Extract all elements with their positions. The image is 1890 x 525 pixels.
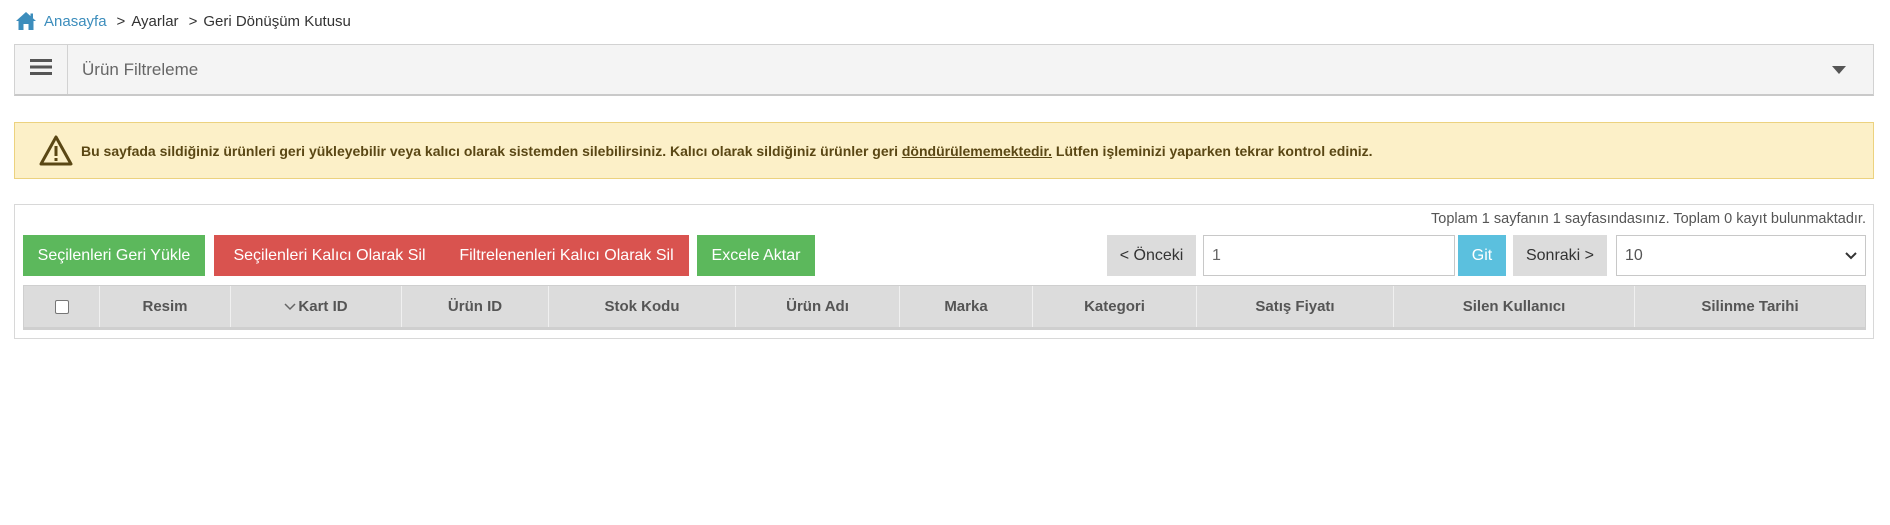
caret-down-icon[interactable] <box>1819 65 1859 74</box>
sort-icon <box>284 302 296 311</box>
page-size-value: 10 <box>1625 246 1643 264</box>
column-header-card-id[interactable]: Kart ID <box>231 286 402 327</box>
previous-page-button[interactable]: < Önceki <box>1107 235 1196 276</box>
breadcrumb-separator: > <box>116 12 126 30</box>
filter-title[interactable]: Ürün Filtreleme <box>68 60 1819 80</box>
breadcrumb: Anasayfa > Ayarlar > Geri Dönüşüm Kutusu <box>15 10 351 32</box>
warning-alert: Bu sayfada sildiğiniz ürünleri geri yükl… <box>14 122 1874 179</box>
page-size-select[interactable]: 10 <box>1616 235 1866 276</box>
column-header-stock-code[interactable]: Stok Kodu <box>549 286 736 327</box>
go-button[interactable]: Git <box>1458 235 1506 276</box>
table-header: Resim Kart ID Ürün ID Stok Kodu Ürün Adı… <box>23 285 1866 330</box>
page-number-input[interactable]: 1 <box>1203 235 1455 276</box>
warning-icon <box>39 135 73 167</box>
breadcrumb-item-settings[interactable]: Ayarlar <box>131 13 178 30</box>
recycle-bin-box: Toplam 1 sayfanın 1 sayfasındasınız. Top… <box>14 204 1874 339</box>
alert-text-after: Lütfen işleminizi yaparken tekrar kontro… <box>1052 142 1373 159</box>
restore-selected-button[interactable]: Seçilenleri Geri Yükle <box>23 235 205 276</box>
paging-info: Toplam 1 sayfanın 1 sayfasındasınız. Top… <box>1431 211 1866 227</box>
alert-text-underlined: döndürülememektedir. <box>901 142 1053 159</box>
column-header-deleted-by[interactable]: Silen Kullanıcı <box>1394 286 1635 327</box>
filter-menu-toggle[interactable] <box>15 45 68 94</box>
delete-filtered-permanently-button[interactable]: Filtrelenenleri Kalıcı Olarak Sil <box>444 235 689 276</box>
column-header-image[interactable]: Resim <box>100 286 231 327</box>
breadcrumb-item-recycle-bin: Geri Dönüşüm Kutusu <box>203 12 351 30</box>
column-header-category[interactable]: Kategori <box>1033 286 1197 327</box>
home-icon[interactable] <box>15 11 37 31</box>
next-page-button[interactable]: Sonraki > <box>1513 235 1607 276</box>
breadcrumb-separator: > <box>188 12 198 30</box>
column-header-deleted-date[interactable]: Silinme Tarihi <box>1635 286 1865 327</box>
column-header-product-id[interactable]: Ürün ID <box>402 286 549 327</box>
column-header-product-name[interactable]: Ürün Adı <box>736 286 900 327</box>
export-excel-button[interactable]: Excele Aktar <box>697 235 815 276</box>
select-all-cell <box>24 286 100 327</box>
column-header-brand[interactable]: Marka <box>900 286 1033 327</box>
chevron-down-icon <box>1845 247 1857 265</box>
alert-text-before: Bu sayfada sildiğiniz ürünleri geri yükl… <box>81 142 902 159</box>
column-header-sale-price[interactable]: Satış Fiyatı <box>1197 286 1394 327</box>
select-all-checkbox[interactable] <box>54 299 69 314</box>
delete-selected-permanently-button[interactable]: Seçilenleri Kalıcı Olarak Sil <box>214 235 445 276</box>
menu-icon <box>30 58 52 81</box>
breadcrumb-home-link[interactable]: Anasayfa <box>44 13 107 30</box>
column-header-card-id-label: Kart ID <box>298 298 348 315</box>
filter-panel[interactable]: Ürün Filtreleme <box>14 44 1874 96</box>
alert-text: Bu sayfada sildiğiniz ürünleri geri yükl… <box>81 143 1373 159</box>
